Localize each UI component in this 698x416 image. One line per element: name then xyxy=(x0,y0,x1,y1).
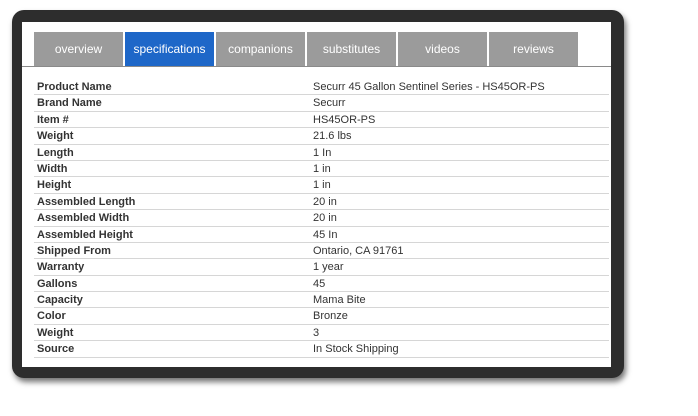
spec-key: Assembled Height xyxy=(37,228,133,241)
spec-value: 45 xyxy=(313,277,326,290)
tab-specifications[interactable]: specifications xyxy=(125,32,214,66)
spec-row: Product Name Securr 45 Gallon Sentinel Se… xyxy=(34,79,609,96)
spec-key: Product Name xyxy=(37,81,112,93)
spec-row: Weight 21.6 lbs xyxy=(34,128,609,145)
spec-row: Gallons 45 xyxy=(34,276,609,293)
spec-value: 20 in xyxy=(313,195,337,208)
spec-row: Brand Name Securr xyxy=(34,95,609,112)
spec-value: In Stock Shipping xyxy=(313,343,399,356)
tab-videos[interactable]: videos xyxy=(398,32,487,66)
spec-key: Item # xyxy=(37,113,69,126)
tab-reviews[interactable]: reviews xyxy=(489,32,578,66)
tab-substitutes[interactable]: substitutes xyxy=(307,32,396,66)
spec-key: Weight xyxy=(37,326,74,339)
spec-value: Bronze xyxy=(313,310,348,323)
tab-bar: overview specifications companions subst… xyxy=(34,32,578,66)
spec-row: Width 1 in xyxy=(34,161,609,178)
spec-row: Source In Stock Shipping xyxy=(34,341,609,358)
tab-overview[interactable]: overview xyxy=(34,32,123,66)
spec-value: HS45OR-PS xyxy=(313,113,376,126)
spec-value: 1 in xyxy=(313,162,331,175)
tab-divider xyxy=(22,66,611,67)
spec-row: Length 1 In xyxy=(34,145,609,161)
spec-value: 45 In xyxy=(313,228,338,241)
spec-row: Height 1 in xyxy=(34,177,609,194)
spec-key: Capacity xyxy=(37,294,83,307)
spec-row: Assembled Width 20 in xyxy=(34,210,609,227)
spec-row: Weight 3 xyxy=(34,325,609,342)
spec-key: Warranty xyxy=(37,261,85,274)
spec-value: 20 in xyxy=(313,212,337,225)
spec-value: 1 year xyxy=(313,261,344,274)
spec-value: 21.6 lbs xyxy=(313,130,352,143)
spec-key: Height xyxy=(37,179,72,192)
product-info-panel: overview specifications companions subst… xyxy=(22,22,611,367)
spec-value: Mama Bite xyxy=(313,294,366,307)
spec-row: Shipped From Ontario, CA 91761 xyxy=(34,243,609,260)
specifications-table: Product Name Securr 45 Gallon Sentinel Se… xyxy=(34,79,609,358)
spec-key: Color xyxy=(37,310,66,323)
spec-key: Shipped From xyxy=(37,244,111,257)
spec-row: Item # HS45OR-PS xyxy=(34,112,609,129)
spec-value: Ontario, CA 91761 xyxy=(313,244,404,257)
spec-key: Gallons xyxy=(37,277,78,290)
spec-row: Assembled Height 45 In xyxy=(34,227,609,243)
spec-key: Width xyxy=(37,162,68,175)
spec-value: 1 in xyxy=(313,179,331,192)
spec-key: Weight xyxy=(37,130,74,143)
spec-value: Securr xyxy=(313,97,346,110)
spec-key: Source xyxy=(37,343,75,356)
spec-row: Capacity Mama Bite xyxy=(34,292,609,309)
spec-key: Assembled Width xyxy=(37,212,130,225)
spec-row: Warranty 1 year xyxy=(34,259,609,276)
spec-key: Brand Name xyxy=(37,97,102,110)
spec-value: 3 xyxy=(313,326,320,339)
spec-value: Securr 45 Gallon Sentinel Series - HS45O… xyxy=(313,81,545,93)
spec-value: 1 In xyxy=(313,146,332,159)
tab-companions[interactable]: companions xyxy=(216,32,305,66)
spec-row: Color Bronze xyxy=(34,308,609,325)
spec-key: Assembled Length xyxy=(37,195,136,208)
spec-row: Assembled Length 20 in xyxy=(34,194,609,211)
spec-key: Length xyxy=(37,146,74,159)
